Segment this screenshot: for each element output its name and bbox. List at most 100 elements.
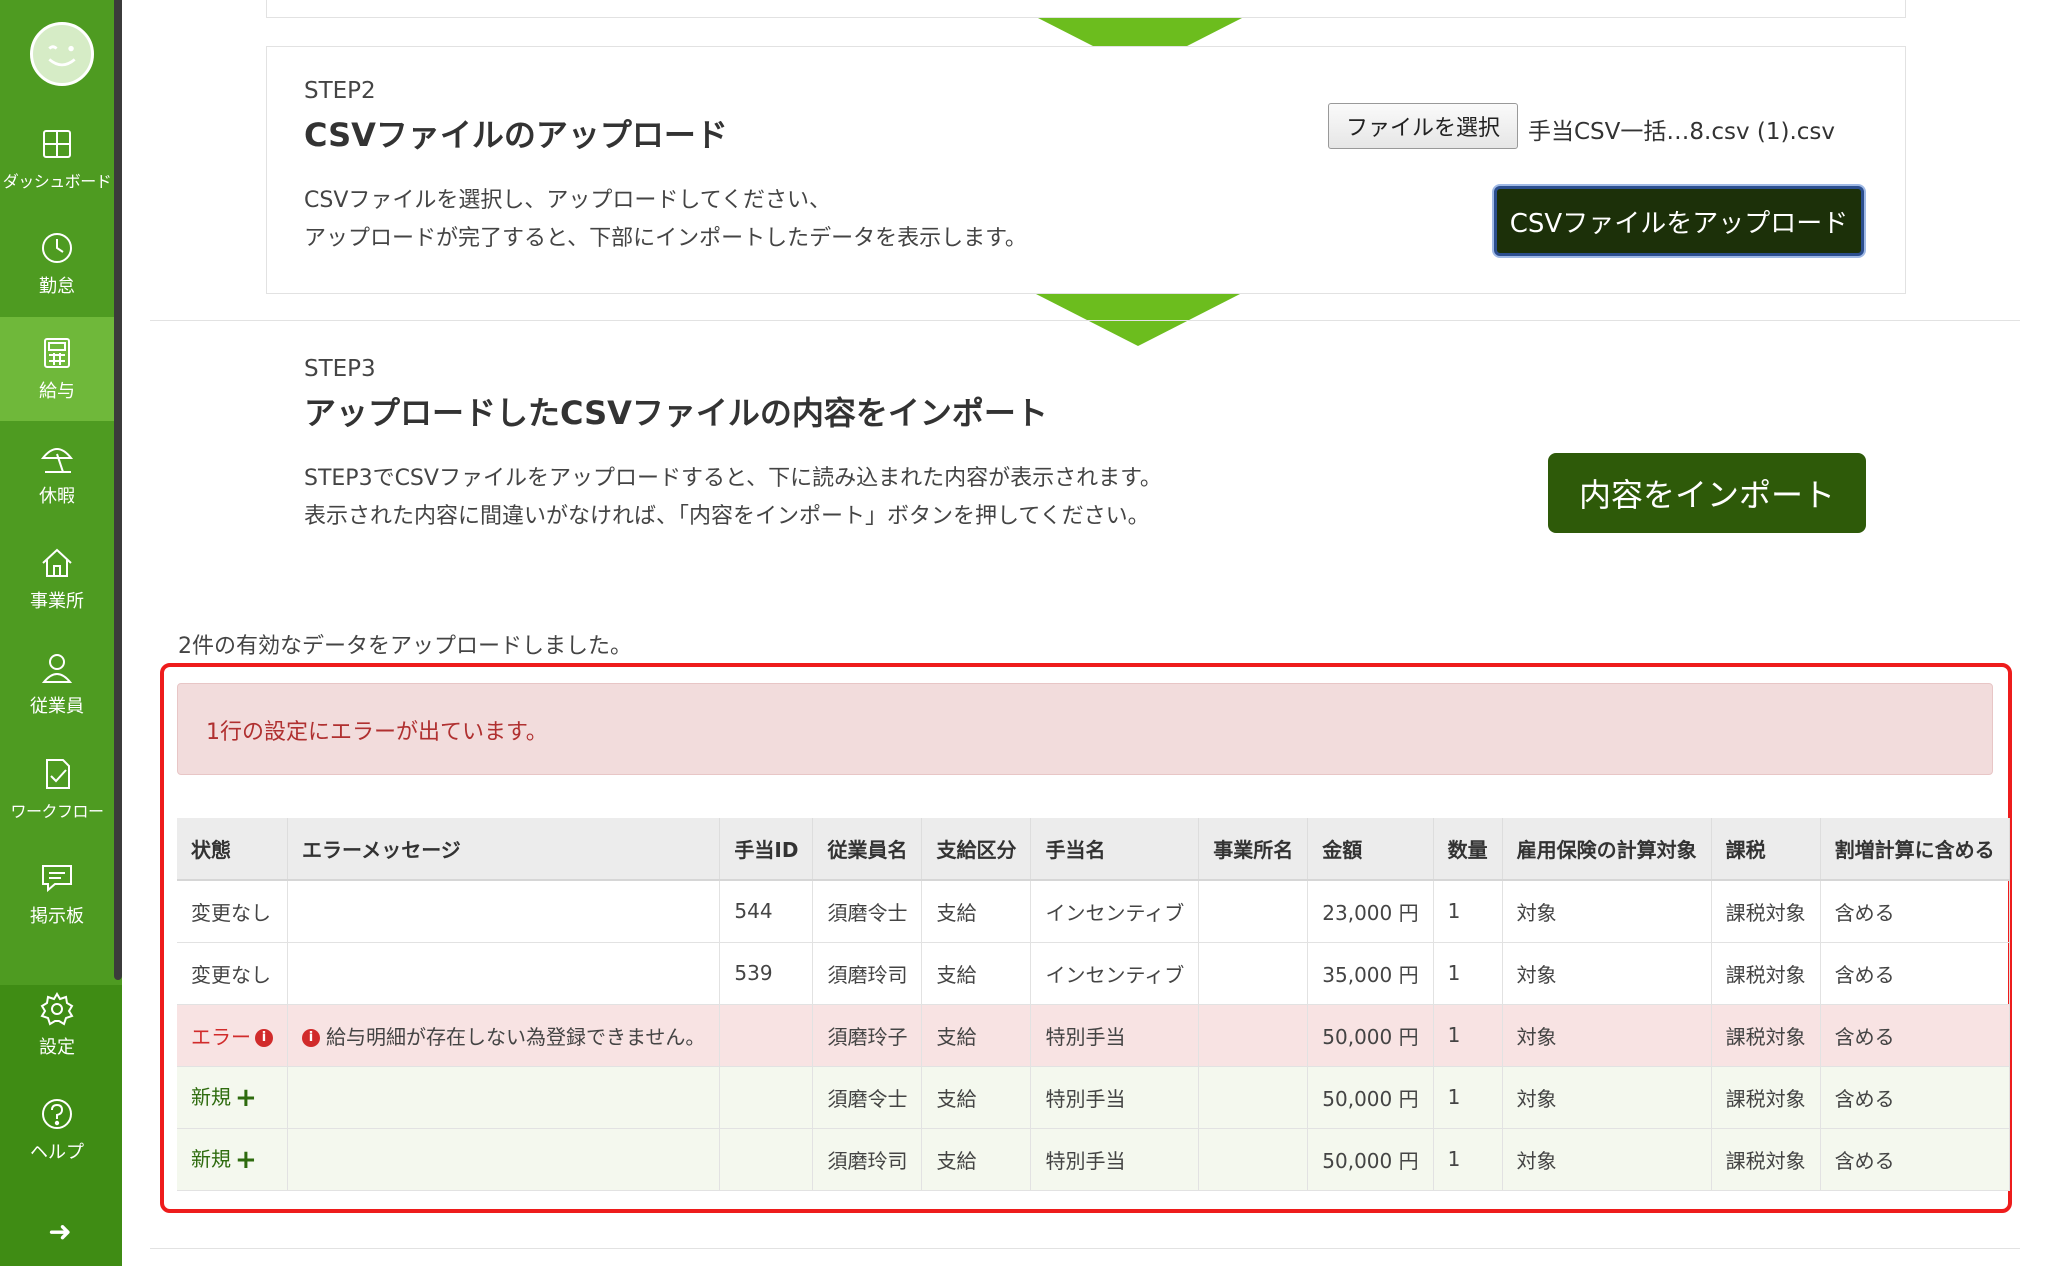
divider [150,1248,2020,1249]
col-allowance-name: 手当名 [1030,818,1200,881]
cell-allowance-id [719,1128,814,1191]
main-content: STEP2 CSVファイルのアップロード CSVファイルを選択し、アップロードし… [122,0,2048,1266]
cell-amount: 50,000 円 [1307,1004,1434,1067]
cell-insurance: 対象 [1502,1066,1712,1129]
cell-payment-type: 支給 [921,1128,1032,1191]
cell-allowance-name: 特別手当 [1030,1066,1200,1129]
table-header-row: 状態 エラーメッセージ 手当ID 従業員名 支給区分 手当名 事業所名 金額 数… [177,818,2010,881]
col-office-name: 事業所名 [1198,818,1309,881]
sidebar-item-label: 従業員 [30,696,84,717]
plus-icon: + [235,1145,257,1176]
cell-tax: 課税対象 [1711,1066,1821,1129]
cell-amount: 23,000 円 [1307,880,1434,943]
step3-title: アップロードしたCSVファイルの内容をインポート [304,394,1048,432]
col-amount: 金額 [1307,818,1434,881]
col-include-premium: 割増計算に含める [1820,818,2010,881]
sidebar-item-attendance[interactable]: 勤怠 [0,212,114,316]
error-alert-text: 1行の設定にエラーが出ています。 [206,720,548,745]
dashboard-icon [43,130,71,158]
cell-quantity: 1 [1433,942,1503,1005]
sidebar-item-label: 事業所 [30,591,84,612]
gear-icon [40,992,74,1026]
cell-allowance-name: インセンティブ [1030,880,1200,943]
table-row: 変更なし 539 須磨玲司 支給 インセンティブ 35,000 円 1 対象 課… [177,942,2010,1005]
cell-insurance: 対象 [1502,1128,1712,1191]
cell-amount: 50,000 円 [1307,1128,1434,1191]
import-content-button[interactable]: 内容をインポート [1548,453,1866,533]
sidebar-item-settings[interactable]: 設定 [0,975,114,1075]
calculator-icon [44,338,70,368]
sidebar-item-workflow[interactable]: ワークフロー [0,737,114,841]
cell-premium: 含める [1820,1066,2010,1129]
cell-allowance-name: 特別手当 [1030,1128,1200,1191]
cell-employee: 須磨玲子 [812,1004,923,1067]
step3-description: STEP3でCSVファイルをアップロードすると、下に読み込まれた内容が表示されま… [304,460,1162,536]
col-taxation: 課税 [1711,818,1821,881]
cell-premium: 含める [1820,1128,2010,1191]
cell-office [1198,1004,1309,1067]
upload-result-message: 2件の有効なデータをアップロードしました。 [178,634,632,659]
col-payment-type: 支給区分 [921,818,1032,881]
cell-payment-type: 支給 [921,1066,1032,1129]
error-info-icon: i [302,1029,320,1047]
status-new-label: 新規 [191,1084,231,1109]
cell-insurance: 対象 [1502,1004,1712,1067]
error-info-icon: i [255,1029,273,1047]
col-allowance-id: 手当ID [719,818,814,881]
step2-description: CSVファイルを選択し、アップロードしてください、 アップロードが完了すると、下… [304,182,1027,258]
sidebar-item-office[interactable]: 事業所 [0,527,114,631]
cell-insurance: 対象 [1502,942,1712,1005]
choose-file-button[interactable]: ファイルを選択 [1328,103,1518,149]
import-preview-table: 状態 エラーメッセージ 手当ID 従業員名 支給区分 手当名 事業所名 金額 数… [177,818,2010,1191]
cell-insurance: 対象 [1502,880,1712,943]
cell-quantity: 1 [1433,1004,1503,1067]
home-icon [42,548,72,577]
sidebar: ダッシュボード 勤怠 給与 休暇 事業所 従業員 ワークフロー 掲示板 設定 ヘ… [0,0,122,1266]
sidebar-item-label: 給与 [39,381,75,402]
cell-premium: 含める [1820,880,2010,943]
sidebar-item-label: ワークフロー [10,802,104,821]
cell-tax: 課税対象 [1711,1004,1821,1067]
table-row-new: 新規 + 須磨玲司 支給 特別手当 50,000 円 1 対象 課税対象 含める [177,1128,2010,1191]
sidebar-item-label: 勤怠 [39,276,75,297]
step1-panel-bottom-edge [266,0,1906,18]
cell-tax: 課税対象 [1711,1128,1821,1191]
plus-icon: + [235,1083,257,1114]
checklist-icon [46,759,70,789]
upload-csv-button[interactable]: CSVファイルをアップロード [1494,186,1864,256]
step2-desc-line1: CSVファイルを選択し、アップロードしてください、 [304,188,832,213]
sidebar-item-label: ヘルプ [30,1142,84,1163]
help-icon [42,1099,72,1129]
status-error-label: エラー [191,1024,251,1049]
cell-allowance-id [719,1004,814,1067]
collapse-sidebar-icon[interactable]: ➜ [40,1212,80,1252]
cell-payment-type: 支給 [921,942,1032,1005]
sidebar-item-dashboard[interactable]: ダッシュボード [0,107,114,211]
divider [150,320,2020,321]
sidebar-item-employees[interactable]: 従業員 [0,632,114,736]
sidebar-item-label: 休暇 [39,486,75,507]
sidebar-item-label: ダッシュボード [2,172,112,191]
cell-allowance-name: 特別手当 [1030,1004,1200,1067]
step3-desc-line2: 表示された内容に間違いがなければ、「内容をインポート」ボタンを押してください。 [304,504,1150,529]
beach-umbrella-icon [40,448,74,473]
cell-error-message [287,1066,721,1129]
cell-premium: 含める [1820,942,2010,1005]
cell-premium: 含める [1820,1004,2010,1067]
cell-office [1198,1128,1309,1191]
sidebar-item-help[interactable]: ヘルプ [0,1080,114,1180]
clock-icon [42,233,72,263]
sidebar-item-payroll[interactable]: 給与 [0,317,114,421]
table-row-error: エラー i i 給与明細が存在しない為登録できません。 須磨玲子 支給 特別手当 5… [177,1004,2010,1067]
sidebar-scrollbar[interactable] [114,0,122,980]
cell-quantity: 1 [1433,880,1503,943]
error-alert: 1行の設定にエラーが出ています。 [177,683,1993,775]
smile-logo-icon[interactable] [30,22,94,86]
sidebar-item-leave[interactable]: 休暇 [0,422,114,526]
cell-office [1198,942,1309,1005]
cell-status: 変更なし [177,942,288,1005]
cell-allowance-id: 539 [719,942,814,1005]
sidebar-item-bulletin[interactable]: 掲示板 [0,842,114,946]
sidebar-item-label: 設定 [39,1037,75,1058]
sidebar-item-label: 掲示板 [30,906,84,927]
